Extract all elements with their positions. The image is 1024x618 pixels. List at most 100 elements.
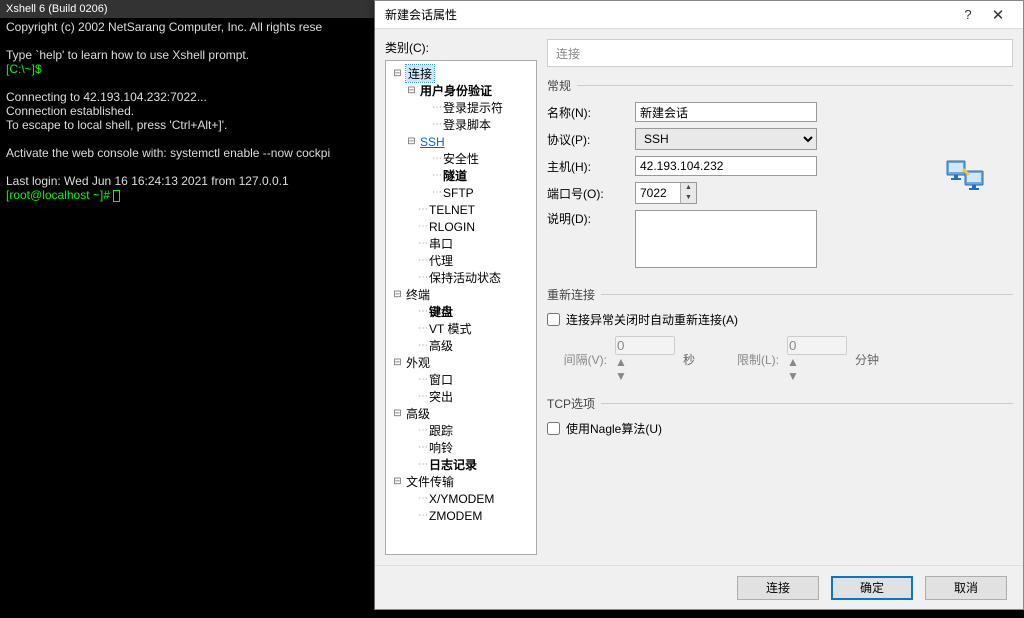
interval-spinner: ▲▼ [615,336,675,383]
protocol-select[interactable]: SSH [635,128,817,150]
tree-item[interactable]: ⋯登录脚本 [388,116,534,133]
interval-label: 间隔(V): [551,351,607,368]
tree-item[interactable]: ⋯隧道 [388,167,534,184]
tree-dots: ⋯ [418,459,427,470]
tree-dots: ⋯ [418,204,427,215]
ok-button[interactable]: 确定 [831,576,913,600]
tree-dots: ⋯ [418,442,427,453]
spin-up-icon[interactable]: ▲ [681,183,696,193]
group-general-title: 常规 [547,77,1013,94]
tree-twist-icon[interactable]: ⊟ [392,476,403,487]
tree-item[interactable]: ⊟高级 [388,405,534,422]
tree-item-label: 安全性 [443,150,479,167]
nagle-label: 使用Nagle算法(U) [566,420,662,437]
tree-item[interactable]: ⊟SSH [388,133,534,150]
tree-item[interactable]: ⋯响铃 [388,439,534,456]
tree-twist-icon[interactable]: ⊟ [392,289,403,300]
tree-item[interactable]: ⋯突出 [388,388,534,405]
tree-item-label: 代理 [429,252,453,269]
tree-item[interactable]: ⋯代理 [388,252,534,269]
desc-textarea[interactable] [635,210,817,268]
tree-item-label: 登录脚本 [443,116,491,133]
tree-item[interactable]: ⊟连接 [388,65,534,82]
tree-item[interactable]: ⋯SFTP [388,184,534,201]
category-tree[interactable]: ⊟连接⊟用户身份验证⋯登录提示符⋯登录脚本⊟SSH⋯安全性⋯隧道⋯SFTP⋯TE… [385,60,537,555]
tree-item[interactable]: ⋯日志记录 [388,456,534,473]
tree-item[interactable]: ⋯键盘 [388,303,534,320]
port-input[interactable] [636,183,680,203]
tree-item[interactable]: ⊟文件传输 [388,473,534,490]
limit-input [787,336,847,355]
tree-item[interactable]: ⋯RLOGIN [388,218,534,235]
tree-item[interactable]: ⋯保持活动状态 [388,269,534,286]
tree-item[interactable]: ⋯跟踪 [388,422,534,439]
tree-item-label: 文件传输 [406,473,454,490]
cancel-button[interactable]: 取消 [925,576,1007,600]
tree-dots: ⋯ [432,170,441,181]
tree-twist-icon[interactable]: ⊟ [392,357,403,368]
desc-label: 说明(D): [547,210,635,227]
dialog-title-text: 新建会话属性 [385,6,457,23]
tree-item[interactable]: ⋯高级 [388,337,534,354]
tree-dots: ⋯ [432,187,441,198]
tree-item[interactable]: ⋯串口 [388,235,534,252]
spin-down-icon[interactable]: ▼ [681,193,696,203]
limit-label: 限制(L): [723,351,779,368]
tree-dots: ⋯ [432,119,441,130]
tree-item[interactable]: ⊟终端 [388,286,534,303]
port-spinner[interactable]: ▲▼ [635,182,697,204]
tree-dots: ⋯ [418,238,427,249]
right-pane-header: 连接 [547,39,1013,67]
tree-item[interactable]: ⋯登录提示符 [388,99,534,116]
group-tcp: TCP选项 使用Nagle算法(U) [547,395,1013,449]
connect-button[interactable]: 连接 [737,576,819,600]
tree-item[interactable]: ⋯VT 模式 [388,320,534,337]
tree-item[interactable]: ⋯TELNET [388,201,534,218]
tree-item-label: 日志记录 [429,456,477,473]
tree-item-label: 隧道 [443,167,467,184]
tree-item[interactable]: ⋯X/YMODEM [388,490,534,507]
tree-twist-icon[interactable]: ⊟ [392,68,403,79]
tree-twist-icon[interactable]: ⊟ [392,408,403,419]
tree-item-label: 窗口 [429,371,453,388]
spin-up-icon: ▲ [615,355,675,369]
tree-dots: ⋯ [418,323,427,334]
name-input[interactable] [635,102,817,122]
group-tcp-title: TCP选项 [547,395,1013,412]
spin-down-icon: ▼ [615,369,675,383]
dialog-titlebar: 新建会话属性 ? ✕ [375,1,1023,29]
tree-item-label: RLOGIN [429,220,475,234]
tree-item-label: X/YMODEM [429,492,494,506]
tree-item-label: VT 模式 [429,320,471,337]
tree-item-label: ZMODEM [429,509,482,523]
tree-dots: ⋯ [418,272,427,283]
spin-down-icon: ▼ [787,369,847,383]
tree-dots: ⋯ [418,340,427,351]
tree-dots: ⋯ [418,255,427,266]
protocol-label: 协议(P): [547,131,635,148]
tree-twist-icon[interactable]: ⊟ [406,136,417,147]
tree-item[interactable]: ⋯安全性 [388,150,534,167]
interval-unit: 秒 [683,351,695,368]
tree-item[interactable]: ⊟外观 [388,354,534,371]
tree-item-label: 串口 [429,235,453,252]
tree-item-label: TELNET [429,203,475,217]
group-reconnect: 重新连接 连接异常关闭时自动重新连接(A) 间隔(V): ▲▼ 秒 限制(L): [547,286,1013,387]
terminal-cursor [113,190,120,202]
session-properties-dialog: 新建会话属性 ? ✕ 类别(C): ⊟连接⊟用户身份验证⋯登录提示符⋯登录脚本⊟… [374,0,1024,610]
tree-dots: ⋯ [432,153,441,164]
dialog-footer: 连接 确定 取消 [375,565,1023,609]
tree-dots: ⋯ [432,102,441,113]
tree-item[interactable]: ⊟用户身份验证 [388,82,534,99]
close-button[interactable]: ✕ [983,6,1013,24]
tree-item[interactable]: ⋯窗口 [388,371,534,388]
port-label: 端口号(O): [547,185,635,202]
limit-spinner: ▲▼ [787,336,847,383]
tree-item[interactable]: ⋯ZMODEM [388,507,534,524]
auto-reconnect-checkbox[interactable] [547,313,560,326]
nagle-checkbox[interactable] [547,422,560,435]
help-button[interactable]: ? [953,7,983,22]
tree-item-label: 连接 [406,65,434,82]
tree-twist-icon[interactable]: ⊟ [406,85,417,96]
host-input[interactable] [635,156,817,176]
